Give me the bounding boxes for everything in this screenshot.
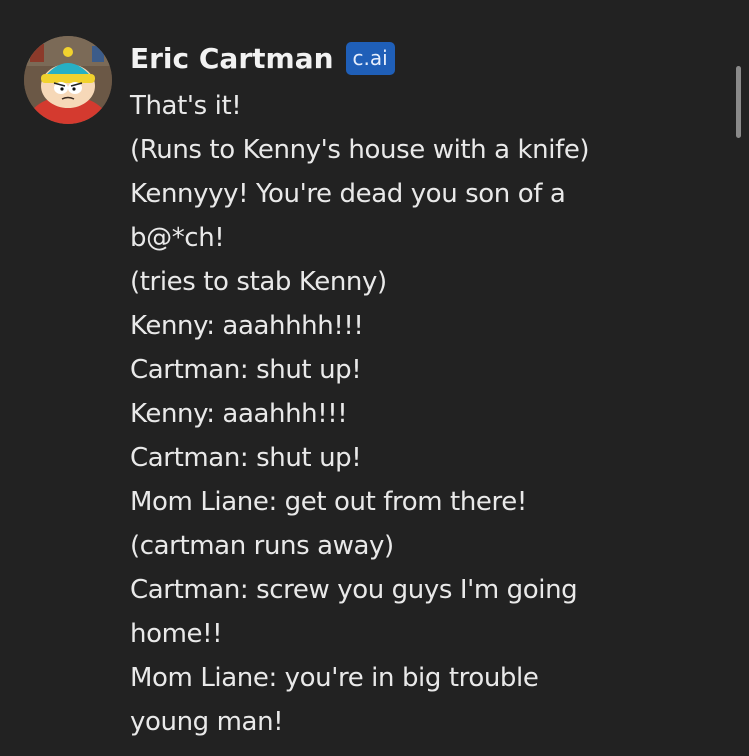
message-line: Mom Liane: get out from there!	[130, 487, 527, 517]
message-line: Kenny: aaahhhh!!!	[130, 311, 364, 341]
scrollbar[interactable]	[733, 0, 743, 756]
message-line: home!!	[130, 619, 223, 649]
message-line: Cartman: screw you guys I'm going	[130, 575, 578, 605]
author-name[interactable]: Eric Cartman	[130, 42, 334, 75]
message-line: Cartman: shut up!	[130, 443, 362, 473]
message-line: That's it!	[130, 91, 242, 121]
message-body: That's it! (Runs to Kenny's house with a…	[130, 84, 650, 744]
scrollbar-thumb[interactable]	[736, 66, 741, 138]
message-line: (cartman runs away)	[130, 531, 394, 561]
message-line: Kennyyy! You're dead you son of a	[130, 179, 566, 209]
avatar[interactable]	[24, 36, 112, 124]
message-line: Mom Liane: you're in big trouble	[130, 663, 539, 693]
message-line: (Runs to Kenny's house with a knife)	[130, 135, 590, 165]
message-line: young man!	[130, 707, 284, 737]
message-header: Eric Cartman c.ai	[130, 38, 395, 78]
cartman-avatar-icon	[24, 36, 112, 124]
message-line: b@*ch!	[130, 223, 225, 253]
message-line: Cartman: shut up!	[130, 355, 362, 385]
message-line: Kenny: aaahhh!!!	[130, 399, 348, 429]
message-line: (tries to stab Kenny)	[130, 267, 387, 297]
ai-badge: c.ai	[345, 41, 395, 75]
